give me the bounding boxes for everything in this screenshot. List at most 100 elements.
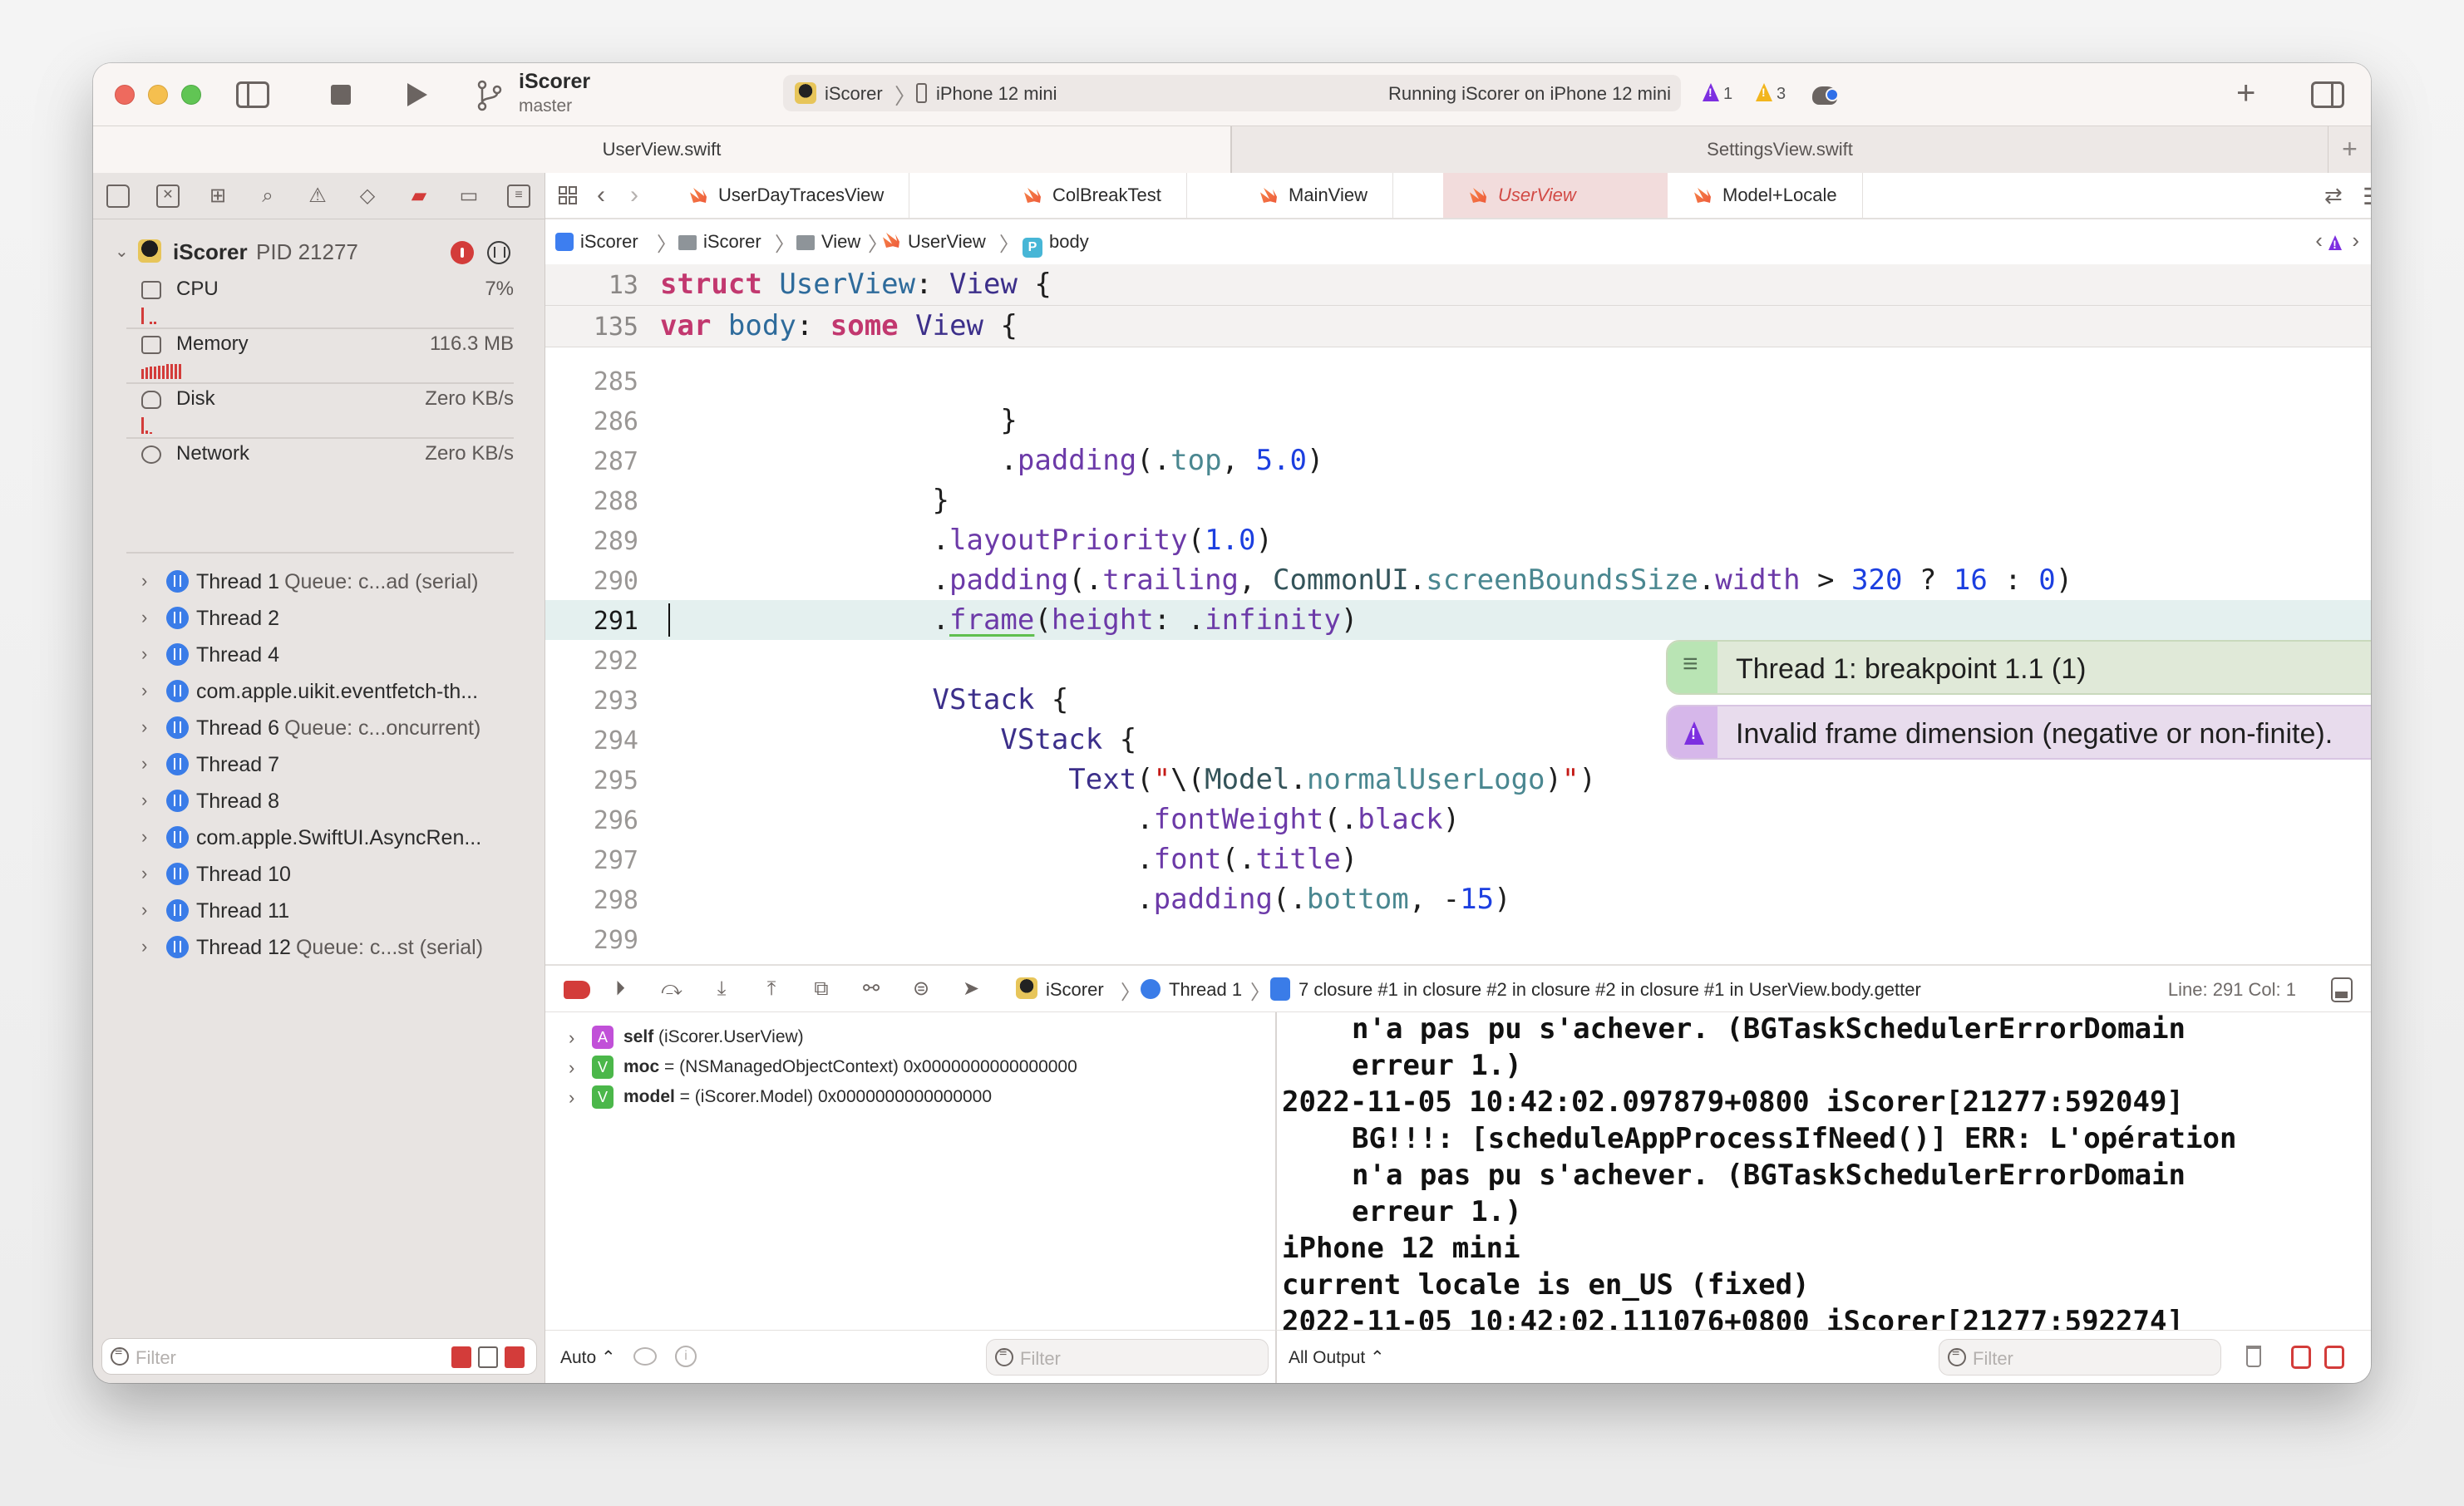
info-icon[interactable]: i (675, 1346, 697, 1367)
test-diamond-icon[interactable]: ◇ (356, 185, 379, 208)
variables-scope-select[interactable]: Auto ⌃ (560, 1347, 616, 1368)
chevron-right-icon[interactable]: › (141, 826, 147, 848)
thread-row[interactable]: › Thread 10 (93, 856, 545, 893)
editor-tab-userdaytracesview[interactable]: UserDayTracesView (663, 173, 910, 218)
sticky-header-struct[interactable]: 13 struct UserView: View { (545, 264, 2371, 306)
sticky-header-body[interactable]: 135 var body: some View { (545, 306, 2371, 347)
editor-options-icon[interactable]: ☰ (2363, 183, 2371, 210)
zoom-window-button[interactable] (181, 85, 201, 105)
filter-running-threads-toggle[interactable] (478, 1346, 498, 1368)
filter-relevant-frames-toggle[interactable] (505, 1346, 525, 1368)
thread-row[interactable]: › Thread 12 Queue: c...st (serial) (93, 929, 545, 966)
code-line[interactable]: 287 .padding(.top, 5.0) (545, 440, 2371, 480)
debug-process[interactable]: iScorer (1046, 979, 1104, 1001)
chevron-right-icon[interactable]: › (141, 899, 147, 921)
code-line[interactable]: 297 .font(.title) (545, 839, 2371, 879)
jumpbar-symbol[interactable]: Pbody (1023, 231, 1089, 258)
close-window-button[interactable] (115, 85, 135, 105)
search-icon[interactable]: ⌕ (256, 185, 279, 208)
console-filter-field[interactable]: Filter (1939, 1339, 2221, 1376)
chevron-right-icon[interactable]: › (141, 753, 147, 775)
pause-process-icon[interactable] (487, 241, 510, 264)
trash-icon[interactable] (2246, 1346, 2261, 1367)
navigator-toggle-icon[interactable] (236, 81, 269, 108)
thread-row[interactable]: › com.apple.SwiftUI.AsyncRen... (93, 819, 545, 856)
warnings-indicator[interactable]: 3 (1756, 83, 1786, 104)
jumpbar-project[interactable]: iScorer (555, 231, 638, 253)
chevron-right-icon[interactable]: › (569, 1057, 574, 1079)
report-list-icon[interactable]: ≡ (507, 185, 530, 208)
code-line[interactable]: 290 .padding(.trailing, CommonUI.screenB… (545, 560, 2371, 600)
window-tab-settingsview[interactable]: SettingsView.swift (1230, 126, 2328, 173)
scheme-name[interactable]: iScorer (519, 70, 590, 94)
breakpoints-toggle-icon[interactable] (564, 981, 590, 999)
thread-row[interactable]: › Thread 11 (93, 893, 545, 929)
chevron-right-icon[interactable]: › (141, 936, 147, 957)
code-line[interactable]: 289 .layoutPriority(1.0) (545, 520, 2371, 560)
next-issue-icon[interactable]: › (2352, 228, 2359, 253)
breakpoint-tag-icon[interactable]: ▭ (457, 185, 480, 208)
eye-icon[interactable] (633, 1347, 657, 1366)
issue-stepper[interactable]: ‹ › (2315, 228, 2359, 253)
debug-spray-icon[interactable]: ▰ (407, 185, 431, 208)
chevron-right-icon[interactable]: › (141, 570, 147, 592)
continue-icon[interactable]: ⏵ (609, 977, 632, 1001)
jumpbar-folder[interactable]: View (796, 231, 860, 253)
simulate-location-icon[interactable]: ➤ (959, 977, 983, 1001)
chevron-right-icon[interactable]: › (141, 680, 147, 701)
code-line[interactable]: 288 } (545, 480, 2371, 520)
folder-icon[interactable] (106, 185, 130, 208)
variables-filter-field[interactable]: Filter (986, 1339, 1269, 1376)
chevron-right-icon[interactable]: › (141, 607, 147, 628)
hide-debug-area-icon[interactable] (2331, 977, 2353, 1002)
warning-icon[interactable]: ⚠ (306, 185, 329, 208)
code-line[interactable]: 298 .padding(.bottom, -15) (545, 879, 2371, 919)
related-items-icon[interactable] (559, 186, 579, 206)
debug-thread[interactable]: Thread 1 (1169, 979, 1242, 1001)
chevron-right-icon[interactable]: › (569, 1087, 574, 1109)
forward-icon[interactable]: › (630, 181, 638, 209)
thread-row[interactable]: › Thread 4 (93, 637, 545, 673)
back-icon[interactable]: ‹ (597, 181, 605, 209)
thread-row[interactable]: › com.apple.uikit.eventfetch-th... (93, 673, 545, 710)
code-line[interactable]: 286 } (545, 401, 2371, 440)
code-line-current[interactable]: 291 .frame(height: .infinity) (545, 600, 2371, 640)
view-hierarchy-icon[interactable]: ⧉ (810, 977, 833, 1001)
code-review-icon[interactable]: ⇄ (2324, 183, 2343, 209)
memory-graph-icon[interactable]: ⚯ (860, 977, 883, 1001)
run-destination-scheme[interactable]: iScorer (825, 83, 883, 105)
thermometer-gauge-icon[interactable] (451, 241, 474, 264)
console-output-select[interactable]: All Output ⌃ (1289, 1347, 1385, 1368)
hierarchy-icon[interactable]: ⊞ (206, 185, 229, 208)
thread-row[interactable]: › Thread 7 (93, 746, 545, 783)
console-output[interactable]: n'a pas pu s'achever. (BGTaskSchedulerEr… (1275, 1012, 2371, 1330)
debug-stack-frame[interactable]: 7 closure #1 in closure #2 in closure #2… (1299, 979, 1921, 1001)
code-line[interactable]: 285 (545, 361, 2371, 401)
show-console-view-icon[interactable] (2324, 1346, 2344, 1369)
jumpbar-file[interactable]: UserView (883, 231, 986, 253)
run-destination-device[interactable]: iPhone 12 mini (936, 83, 1057, 105)
chevron-right-icon[interactable]: › (141, 643, 147, 665)
gauge-disk[interactable]: Disk Zero KB/s (126, 384, 514, 439)
gauge-network[interactable]: Network Zero KB/s (126, 439, 514, 494)
show-variables-view-icon[interactable] (2291, 1346, 2311, 1369)
environment-overrides-icon[interactable]: ⊜ (909, 977, 933, 1001)
code-line[interactable]: 296 .fontWeight(.black) (545, 800, 2371, 839)
gauge-cpu[interactable]: CPU 7% (126, 274, 514, 329)
navigator-filter-field[interactable]: Filter (101, 1338, 537, 1375)
thread-row[interactable]: › Thread 1 Queue: c...ad (serial) (93, 564, 545, 600)
inspector-toggle-icon[interactable] (2311, 81, 2344, 108)
chevron-right-icon[interactable]: › (141, 790, 147, 811)
step-over-icon[interactable]: ⤼ (660, 977, 683, 1001)
window-tab-userview[interactable]: UserView.swift (93, 126, 1230, 173)
chevron-right-icon[interactable]: › (141, 716, 147, 738)
runtime-issue-annotation[interactable]: Invalid frame dimension (negative or non… (1666, 705, 2371, 760)
xcode-cloud-icon[interactable] (1812, 86, 1839, 105)
runtime-issues-indicator[interactable]: 1 (1703, 83, 1732, 104)
thread-row[interactable]: › Thread 8 (93, 783, 545, 819)
stop-icon[interactable] (331, 85, 351, 105)
editor-tab-userview[interactable]: UserView (1443, 173, 1668, 218)
new-tab-button[interactable]: + (2328, 126, 2371, 173)
minimize-window-button[interactable] (148, 85, 168, 105)
editor-tab-mainview[interactable]: MainView (1234, 173, 1393, 218)
